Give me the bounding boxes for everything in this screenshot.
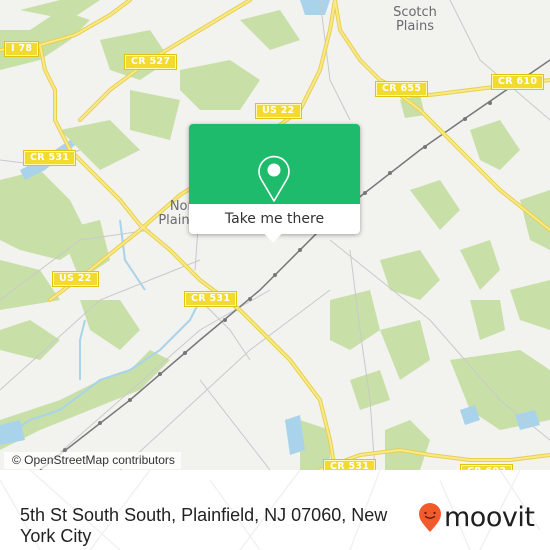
road-shield-us22-top: US 22 <box>256 104 301 118</box>
moovit-wordmark: moovit <box>444 502 535 533</box>
map-pin-icon <box>258 155 290 202</box>
address-text: 5th St South South, Plainfield, NJ 07060… <box>20 505 388 546</box>
road-shield-cr531-left: CR 531 <box>24 151 76 165</box>
road-shield-i78: I 78 <box>5 42 39 56</box>
take-me-there-button[interactable]: Take me there <box>189 204 360 234</box>
road-shield-cr531-bottom: CR 531 <box>324 460 376 470</box>
road-shield-cr531-center: CR 531 <box>185 292 237 306</box>
map-attribution[interactable]: © OpenStreetMap contributors <box>4 452 181 469</box>
place-label-scotch-plains: Scotch Plains <box>393 5 437 34</box>
location-popup: Take me there <box>189 124 360 243</box>
popup-header <box>189 124 360 204</box>
road-shield-us22-left: US 22 <box>53 272 98 286</box>
road-shield-cr655: CR 655 <box>376 82 428 96</box>
moovit-logo[interactable]: moovit <box>418 502 535 533</box>
road-shield-cr610: CR 610 <box>492 75 544 89</box>
moovit-smiley-pin-icon <box>419 503 441 532</box>
road-shield-cr527: CR 527 <box>125 55 177 69</box>
